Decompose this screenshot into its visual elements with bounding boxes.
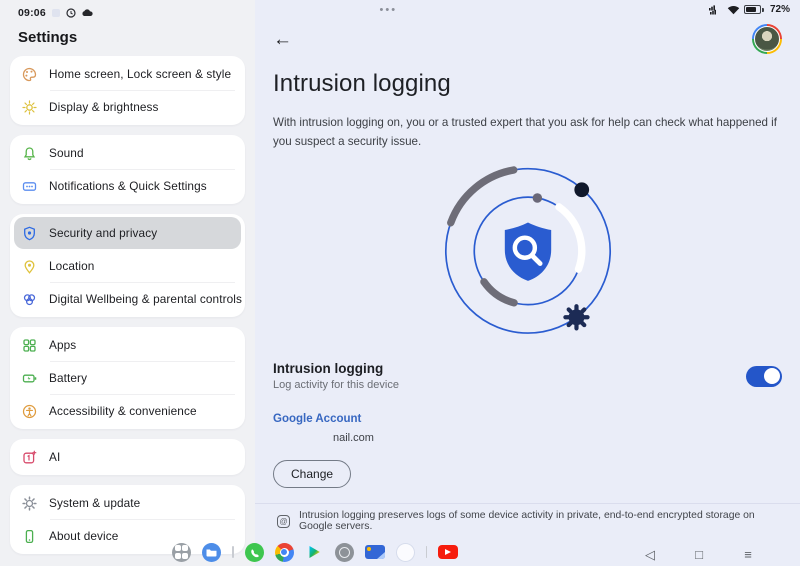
sidebar-item-apps[interactable]: Apps [10,329,245,361]
dock-app-icons [172,543,458,562]
alarm-icon [66,8,76,18]
sidebar-card-sound-notifications: Sound Notifications & Quick Settings [10,135,245,204]
encrypted-icon: @ [277,515,290,528]
dock-separator [232,546,234,558]
ghost-app-icon[interactable] [396,543,415,562]
palette-icon [22,67,37,82]
sidebar-item-label: Apps [49,338,76,352]
footnote-bar: @ Intrusion logging preserves logs of so… [255,503,800,540]
nav-back-button[interactable]: ◁ [642,547,658,563]
sidebar-item-accessibility[interactable]: Accessibility & convenience [10,395,245,427]
outer-gray-arc [450,170,513,223]
page-description: With intrusion logging on, you or a trus… [273,114,778,151]
gallery-icon[interactable] [365,545,385,559]
sidebar-item-label: Display & brightness [49,100,159,114]
sidebar-item-label: Home screen, Lock screen & style [49,67,231,81]
sidebar-item-digital-wellbeing[interactable]: Digital Wellbeing & parental controls [10,283,245,315]
brightness-icon [22,100,37,115]
toggle-knob [764,368,780,384]
page-title-settings: Settings [18,29,245,46]
sidebar-item-system-update[interactable]: System & update [10,487,245,519]
sidebar-item-label: Location [49,259,94,273]
clock-time: 09:06 [18,7,46,19]
accessibility-icon [22,404,37,419]
sidebar-item-label: Digital Wellbeing & parental controls [49,292,242,306]
back-arrow-button[interactable]: ← [273,30,292,49]
sidebar-card-ai: AI [10,439,245,475]
orbit-gear-icon [565,306,587,328]
sidebar-item-battery[interactable]: Battery [10,362,245,394]
sidebar-item-label: System & update [49,496,140,510]
intrusion-logging-label: Intrusion logging [273,361,399,376]
account-email: nail.com [273,432,782,444]
app-drawer-icon[interactable] [172,543,191,562]
navigation-buttons: ◁ □ ≡ [642,547,756,563]
play-store-icon[interactable] [305,543,324,562]
sound-icon [22,146,37,161]
notification-dim-icon [51,8,61,18]
nav-recents-button[interactable]: ≡ [740,547,756,563]
status-bar-right: 72% [709,4,790,15]
shield-search-orbit-illustration [273,155,782,351]
intrusion-logging-pane: ••• 72% ← Intrusion logging With intrusi… [255,0,800,566]
wellbeing-icon [22,292,37,307]
wifi-icon [727,5,740,15]
sidebar-item-label: Battery [49,371,87,385]
page-title: Intrusion logging [273,70,782,98]
dock-separator [426,546,428,558]
status-bar-left: 09:06 [10,0,245,20]
footnote-text: Intrusion logging preserves logs of some… [299,510,782,532]
shield-search-icon [504,223,550,281]
nav-home-button[interactable]: □ [691,547,707,563]
orbit-black-dot [574,182,589,197]
apps-grid-icon [22,338,37,353]
toggle-row-text: Intrusion logging Log activity for this … [273,361,399,391]
settings-sidebar: 09:06 Settings Home screen, Lock screen … [0,0,255,566]
sidebar-item-label: Accessibility & convenience [49,404,197,418]
avatar-photo [754,26,780,52]
sidebar-item-home-screen[interactable]: Home screen, Lock screen & style [10,58,245,90]
sidebar-card-personalization: Home screen, Lock screen & style Display… [10,56,245,125]
security-shield-icon [22,226,37,241]
battery-icon [22,371,37,386]
sidebar-item-label: Sound [49,146,84,160]
inner-gray-arc [483,282,513,303]
system-emblem-icon[interactable] [335,543,354,562]
sidebar-item-display[interactable]: Display & brightness [10,91,245,123]
google-account-link[interactable]: Google Account [273,413,782,425]
intrusion-logging-toggle[interactable] [746,366,782,387]
chrome-icon[interactable] [275,543,294,562]
ai-icon [22,450,37,465]
intrusion-logging-sublabel: Log activity for this device [273,379,399,391]
sidebar-item-label: Notifications & Quick Settings [49,179,207,193]
notifications-icon [22,179,37,194]
files-icon[interactable] [202,543,221,562]
taskbar-dock: ◁ □ ≡ [0,538,800,566]
dual-signal-icon [709,4,723,15]
sidebar-item-notifications[interactable]: Notifications & Quick Settings [10,170,245,202]
window-drag-handle[interactable]: ••• [380,4,398,16]
phone-app-icon[interactable] [245,543,264,562]
orbit-small-dot [532,193,541,202]
sidebar-item-label: Security and privacy [49,226,157,240]
cloud-icon [81,8,93,17]
battery-nub [762,8,764,12]
battery-percent: 72% [770,4,790,15]
gear-icon [22,496,37,511]
sidebar-card-security-privacy: Security and privacy Location Digital We… [10,214,245,317]
sidebar-item-security-and-privacy[interactable]: Security and privacy [14,217,241,249]
account-avatar[interactable] [752,24,782,54]
settings-app-window: 09:06 Settings Home screen, Lock screen … [0,0,800,566]
battery-status-icon [744,5,761,14]
sidebar-item-sound[interactable]: Sound [10,137,245,169]
change-account-button[interactable]: Change [273,460,351,488]
sidebar-item-ai[interactable]: AI [10,441,245,473]
inner-white-arc [558,207,581,269]
sidebar-card-apps-battery: Apps Battery Accessibility & convenience [10,327,245,429]
location-pin-icon [22,259,37,274]
sidebar-item-label: AI [49,450,60,464]
sidebar-item-location[interactable]: Location [10,250,245,282]
youtube-icon[interactable] [438,545,458,559]
